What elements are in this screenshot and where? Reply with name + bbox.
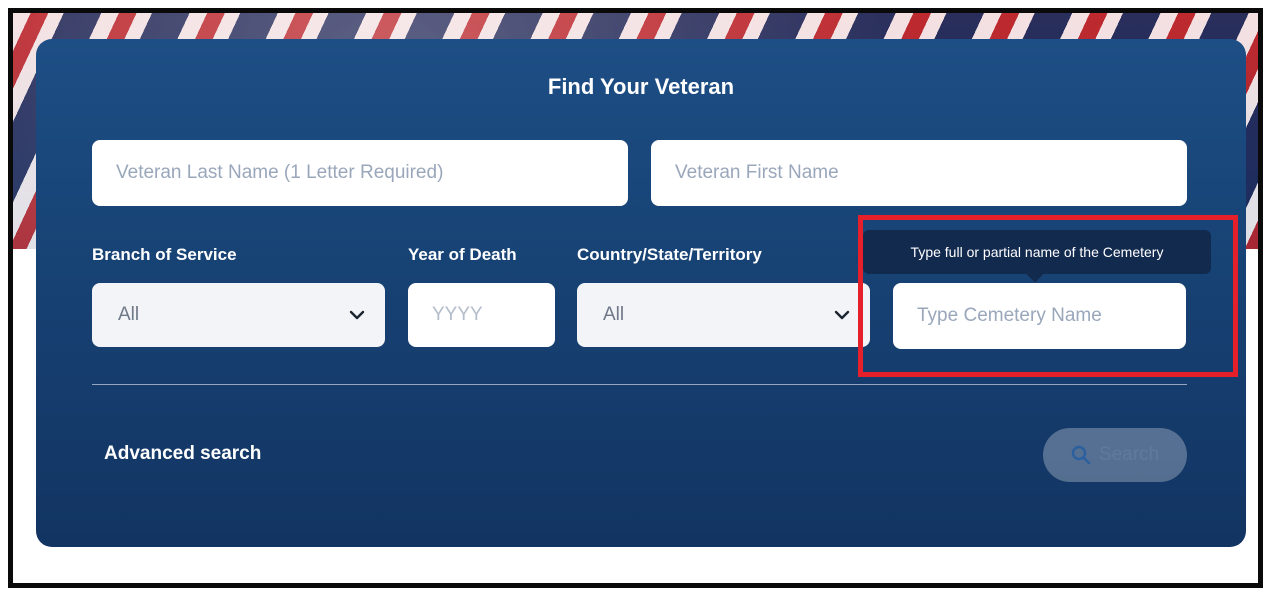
divider xyxy=(92,384,1187,385)
year-label: Year of Death xyxy=(408,245,517,264)
screenshot-frame: Find Your Veteran Veteran Last Name (1 L… xyxy=(8,8,1263,588)
year-input[interactable]: YYYY xyxy=(408,283,555,347)
page-title: Find Your Veteran xyxy=(547,74,735,99)
search-icon xyxy=(1071,445,1091,465)
advanced-search-link[interactable]: Advanced search xyxy=(104,443,261,465)
year-placeholder: YYYY xyxy=(432,304,483,325)
last-name-input[interactable]: Veteran Last Name (1 Letter Required) xyxy=(92,140,628,206)
first-name-placeholder: Veteran First Name xyxy=(675,162,839,183)
chevron-down-icon xyxy=(834,310,850,320)
country-select[interactable]: All xyxy=(577,283,870,347)
last-name-placeholder: Veteran Last Name (1 Letter Required) xyxy=(116,162,444,183)
search-button[interactable]: Search xyxy=(1043,428,1187,482)
search-label: Search xyxy=(1098,444,1160,465)
branch-label: Branch of Service xyxy=(92,245,237,264)
country-label: Country/State/Territory xyxy=(577,245,762,264)
first-name-input[interactable]: Veteran First Name xyxy=(651,140,1187,206)
branch-value: All xyxy=(118,304,140,325)
highlight-box xyxy=(858,215,1238,377)
branch-select[interactable]: All xyxy=(92,283,385,347)
country-value: All xyxy=(603,304,625,325)
chevron-down-icon xyxy=(349,310,365,320)
